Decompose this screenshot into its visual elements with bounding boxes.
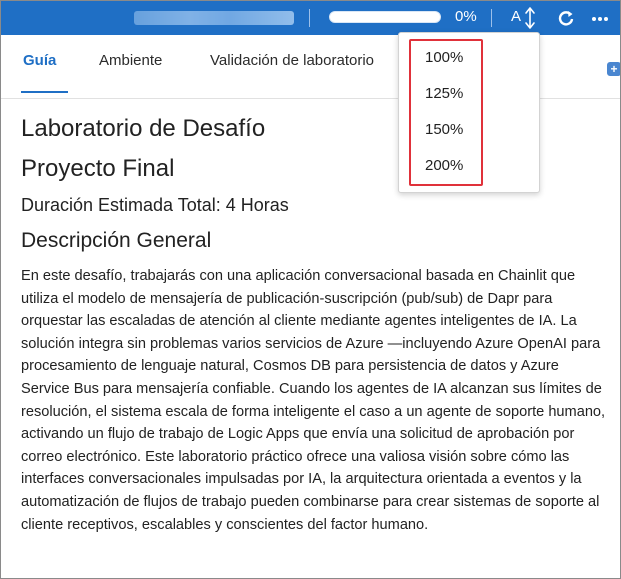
more-icon[interactable]: [591, 9, 609, 27]
toolbar-divider: [491, 9, 492, 27]
font-size-button[interactable]: A: [509, 6, 539, 30]
zoom-option-200[interactable]: 200%: [425, 157, 463, 174]
tab-validacion-laboratorio[interactable]: Validación de laboratorio: [210, 52, 374, 69]
lab-window: 0% A Guía Ambiente Validación de laborat…: [0, 0, 621, 579]
duration-text: Duración Estimada Total: 4 Horas: [21, 195, 289, 215]
zoom-option-100[interactable]: 100%: [425, 49, 463, 66]
description-paragraph: En este desafío, trabajarás con una apli…: [21, 268, 606, 533]
add-icon[interactable]: +: [607, 62, 620, 76]
active-tab-indicator: [21, 91, 68, 93]
page-subtitle: Proyecto Final: [21, 155, 175, 182]
page-title: Laboratorio de Desafío: [21, 115, 266, 142]
progress-bar: [329, 11, 441, 23]
font-size-letter: A: [511, 8, 522, 25]
toolbar-divider: [309, 9, 310, 27]
user-name-redacted: [134, 11, 294, 25]
section-heading: Descripción General: [21, 229, 212, 252]
refresh-icon[interactable]: [557, 9, 575, 27]
zoom-option-150[interactable]: 150%: [425, 121, 463, 138]
font-size-icon: [525, 7, 535, 29]
tab-ambiente[interactable]: Ambiente: [99, 52, 162, 69]
progress-text: 0%: [455, 8, 477, 25]
top-bar: 0% A: [1, 1, 620, 35]
zoom-option-125[interactable]: 125%: [425, 85, 463, 102]
tab-guia[interactable]: Guía: [23, 52, 56, 69]
